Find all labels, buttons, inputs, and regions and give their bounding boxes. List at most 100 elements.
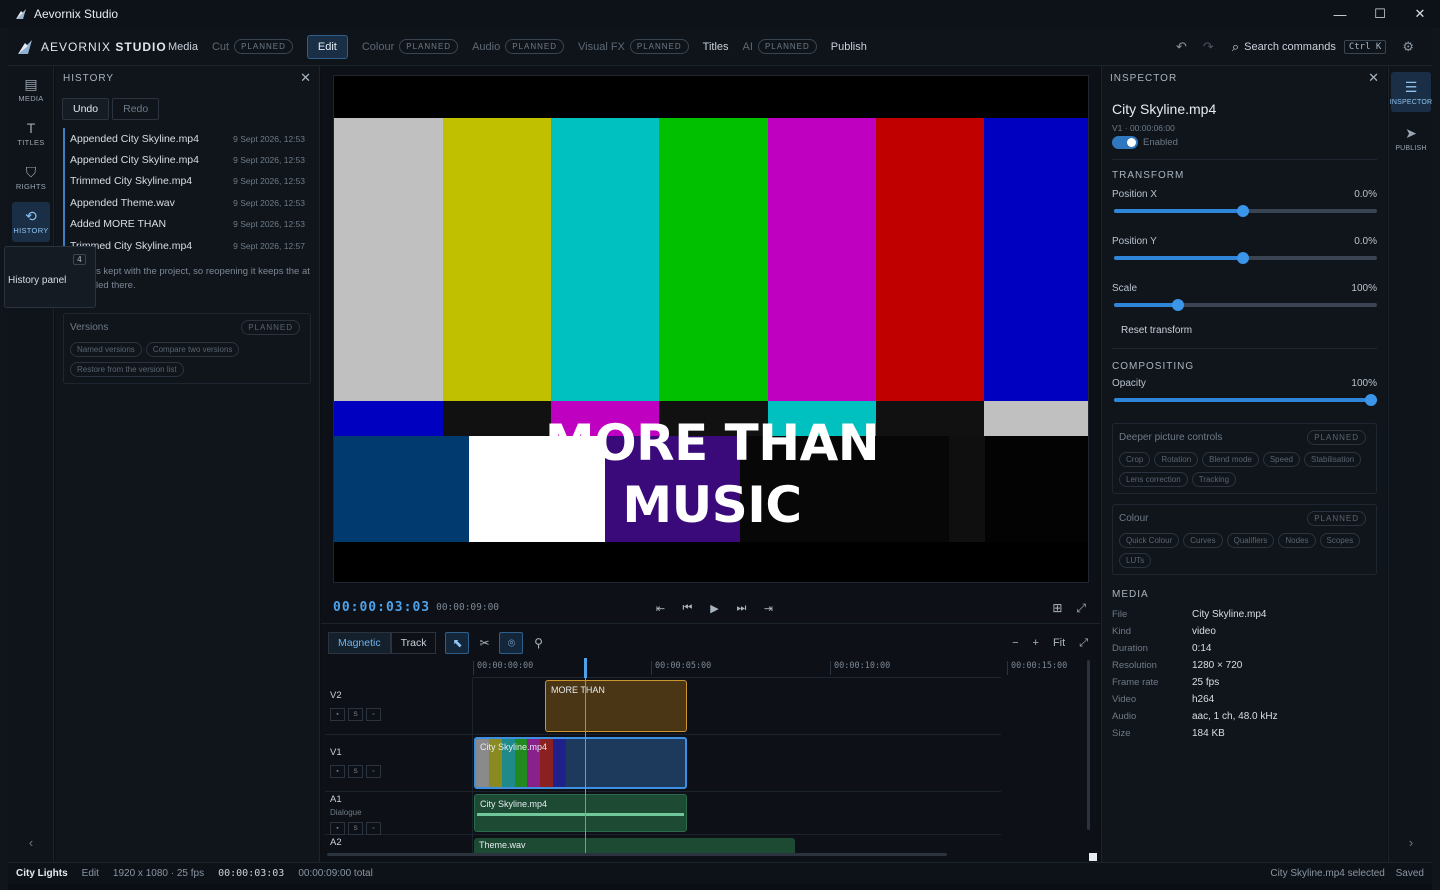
scale-slider[interactable]	[1112, 294, 1377, 314]
history-item[interactable]: Trimmed City Skyline.mp4 9 Sept 2026, 12:…	[65, 235, 311, 256]
go-to-start-icon[interactable]: ⇤	[647, 602, 674, 615]
track-mode-button[interactable]: Track	[390, 632, 437, 654]
close-window-button[interactable]: ✕	[1400, 0, 1440, 28]
window-title: Aevornix Studio	[34, 7, 119, 21]
select-tool-icon[interactable]: ⬉	[445, 632, 470, 654]
timeline[interactable]: 00:00:00:00 00:00:05:00 00:00:10:00 00:0…	[325, 658, 1091, 858]
undo-icon[interactable]: ↶	[1176, 39, 1187, 55]
clip-city-skyline-video[interactable]: City Skyline.mp4	[474, 737, 687, 789]
nav-audio[interactable]: Audio PLANNED	[472, 35, 564, 59]
status-bar: City Lights Edit 1920 x 1080 · 25 fps 00…	[8, 862, 1432, 884]
timeline-vertical-scrollbar[interactable]	[1087, 660, 1090, 830]
search-commands-button[interactable]: ⌕ Search commands Ctrl K	[1232, 39, 1387, 55]
rail-publish[interactable]: ➤ PUBLISH	[1391, 118, 1431, 158]
zoom-in-icon[interactable]: +	[1033, 637, 1039, 649]
track-solo-button[interactable]: S	[348, 708, 363, 721]
nav-colour[interactable]: Colour PLANNED	[361, 35, 459, 59]
opacity-slider[interactable]	[1112, 389, 1377, 409]
reset-transform-button[interactable]: Reset transform	[1112, 325, 1377, 336]
media-key: Video	[1112, 694, 1137, 705]
redo-icon[interactable]: ↷	[1203, 39, 1214, 55]
track-visibility-button[interactable]: ▫	[366, 765, 381, 778]
fullscreen-icon[interactable]: ⤢	[1076, 601, 1086, 616]
track-lock-button[interactable]: ▪	[330, 765, 345, 778]
history-item[interactable]: Appended Theme.wav 9 Sept 2026, 12:53	[65, 192, 311, 213]
razor-tool-icon[interactable]: ✂	[472, 632, 496, 654]
close-inspector-icon[interactable]: ✕	[1368, 70, 1379, 86]
nav-edit[interactable]: Edit	[306, 34, 348, 59]
slider-knob[interactable]	[1236, 252, 1249, 264]
track-solo-button[interactable]: S	[348, 765, 363, 778]
planned-badge: PLANNED	[505, 39, 564, 54]
nav-label: AI	[742, 40, 753, 53]
clip-title-more-than[interactable]: MORE THAN	[545, 680, 687, 732]
previous-frame-icon[interactable]: ⏮	[674, 602, 701, 615]
nav-titles[interactable]: Titles	[703, 35, 729, 59]
timeline-corner-handle[interactable]	[1089, 853, 1097, 861]
planned-feature-pill: Compare two versions	[145, 342, 240, 358]
current-timecode: 00:00:03:03	[333, 600, 431, 615]
magnetic-mode-button[interactable]: Magnetic	[328, 632, 391, 654]
slider-knob[interactable]	[1172, 299, 1185, 311]
slider-knob[interactable]	[1236, 205, 1249, 217]
position-y-slider[interactable]	[1112, 247, 1377, 267]
rail-inspector[interactable]: ☰ INSPECTOR	[1390, 72, 1432, 112]
track-lock-button[interactable]: ▪	[330, 822, 345, 835]
tooltip-text: History panel	[8, 275, 67, 286]
program-viewer[interactable]: MORE THAN MUSIC	[333, 75, 1089, 583]
nav-cut[interactable]: Cut PLANNED	[212, 35, 293, 59]
track-mute-button[interactable]: ▫	[366, 822, 381, 835]
nav-label: Colour	[361, 40, 395, 53]
settings-gear-icon[interactable]: ⚙	[1402, 39, 1414, 55]
track-visibility-button[interactable]: ▫	[366, 708, 381, 721]
nav-ai[interactable]: AI PLANNED	[743, 35, 817, 59]
undo-button[interactable]: Undo	[62, 98, 110, 120]
total-duration: 00:00:09:00	[436, 602, 500, 613]
timeline-horizontal-scrollbar[interactable]	[327, 853, 947, 856]
nav-media[interactable]: Media	[168, 35, 198, 59]
playhead[interactable]	[584, 658, 587, 854]
play-icon[interactable]: ▶	[701, 602, 728, 615]
rail-rights[interactable]: ⛉ RIGHTS	[12, 158, 50, 198]
maximize-button[interactable]: ☐	[1360, 0, 1400, 28]
collapse-right-icon[interactable]: ›	[1389, 835, 1433, 850]
close-history-icon[interactable]: ✕	[300, 70, 311, 86]
rail-titles[interactable]: T TITLES	[12, 114, 50, 154]
bar-green	[659, 118, 768, 401]
position-x-value: 0.0%	[1354, 189, 1377, 200]
zoom-out-icon[interactable]: −	[1012, 637, 1018, 649]
track-solo-button[interactable]: S	[348, 822, 363, 835]
nav-publish[interactable]: Publish	[831, 35, 867, 59]
history-item[interactable]: Trimmed City Skyline.mp4 9 Sept 2026, 12:…	[65, 171, 311, 192]
minimize-button[interactable]: —	[1320, 0, 1360, 28]
slider-knob[interactable]	[1365, 394, 1377, 406]
track-lock-button[interactable]: ▪	[330, 708, 345, 721]
track-a1: A1 Dialogue ▪ S ▫ City Skyline.mp4	[325, 792, 1001, 835]
nav-visual-fx[interactable]: Visual FX PLANNED	[578, 35, 689, 59]
status-timecode: 00:00:03:03	[218, 868, 285, 879]
track-v2: V2 ▪ S ▫ MORE THAN	[325, 678, 1001, 735]
marker-tool-icon[interactable]: ⚲	[526, 632, 550, 654]
timeline-ruler[interactable]: 00:00:00:00 00:00:05:00 00:00:10:00 00:0…	[473, 658, 1067, 678]
snap-tool-icon[interactable]: ⌾	[499, 632, 524, 654]
rail-history[interactable]: ⟲ HISTORY	[12, 202, 50, 242]
history-item[interactable]: Appended City Skyline.mp4 9 Sept 2026, 12…	[65, 128, 311, 149]
history-item[interactable]: Added MORE THAN 9 Sept 2026, 12:53	[65, 214, 311, 235]
inspector-icon: ☰	[1404, 78, 1418, 95]
divider	[1112, 159, 1377, 160]
redo-button[interactable]: Redo	[112, 98, 160, 120]
expand-timeline-icon[interactable]: ⤢	[1079, 637, 1088, 650]
safe-area-grid-icon[interactable]: ⊞	[1052, 601, 1062, 615]
history-item-time: 9 Sept 2026, 12:53	[233, 176, 305, 187]
history-item[interactable]: Appended City Skyline.mp4 9 Sept 2026, 12…	[65, 149, 311, 170]
collapse-left-icon[interactable]: ‹	[8, 835, 54, 850]
rail-media[interactable]: ▤ MEDIA	[12, 70, 50, 110]
next-frame-icon[interactable]: ⏭	[728, 602, 755, 615]
enabled-toggle[interactable]	[1112, 136, 1138, 149]
selected-clip-name: City Skyline.mp4	[1112, 101, 1217, 117]
zoom-fit-button[interactable]: Fit	[1053, 637, 1065, 649]
title-overlay: MORE THAN MUSIC	[334, 412, 1088, 536]
position-x-slider[interactable]	[1112, 200, 1377, 220]
clip-city-skyline-audio[interactable]: City Skyline.mp4	[474, 794, 687, 832]
go-to-end-icon[interactable]: ⇥	[755, 602, 782, 615]
